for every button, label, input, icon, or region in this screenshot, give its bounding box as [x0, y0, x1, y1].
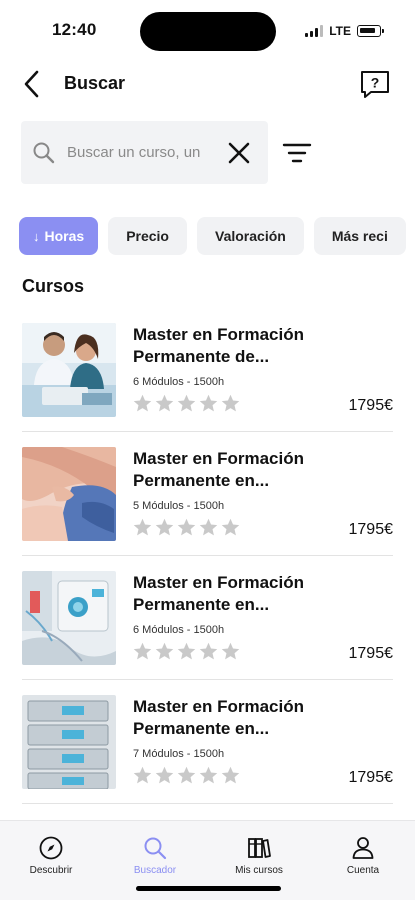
star-icon — [199, 394, 218, 412]
clear-search-button[interactable] — [225, 139, 253, 167]
star-icon — [199, 518, 218, 536]
nav-buscador[interactable]: Buscador — [115, 835, 195, 876]
arrow-down-icon: ↓ — [33, 228, 40, 244]
star-icon — [221, 394, 240, 412]
status-bar: 12:40 LTE — [0, 0, 415, 62]
course-thumbnail — [22, 571, 116, 665]
course-thumbnail — [22, 447, 116, 541]
nav-label: Buscador — [133, 865, 177, 876]
course-meta: 5 Módulos - 1500h — [133, 500, 225, 512]
star-icon — [133, 394, 152, 412]
search-input[interactable] — [67, 144, 219, 161]
nav-mis-cursos[interactable]: Mis cursos — [219, 835, 299, 876]
status-time: 12:40 — [52, 20, 97, 39]
star-icon — [221, 766, 240, 784]
course-price: 1795€ — [348, 397, 394, 414]
nav-descubrir[interactable]: Descubrir — [11, 835, 91, 876]
course-price: 1795€ — [348, 645, 394, 662]
nav-label: Mis cursos — [235, 865, 283, 876]
chip-label: Horas — [44, 228, 85, 244]
star-icon — [177, 394, 196, 412]
section-title: Cursos — [22, 276, 85, 296]
close-icon — [228, 142, 250, 163]
chip-label: Precio — [126, 228, 169, 244]
star-icon — [177, 642, 196, 660]
course-meta: 6 Módulos - 1500h — [133, 624, 225, 636]
course-card[interactable]: Master en Formación Permanente en... 6 M… — [0, 556, 415, 680]
search-icon — [144, 837, 167, 860]
course-list: Master en Formación Permanente de... 6 M… — [0, 308, 415, 804]
course-thumbnail — [22, 323, 116, 417]
rating-stars — [132, 641, 241, 662]
star-icon — [177, 518, 196, 536]
star-icon — [155, 766, 174, 784]
help-bubble-icon: ? — [361, 71, 389, 98]
filter-icon — [282, 143, 312, 163]
star-icon — [133, 518, 152, 536]
divider — [22, 803, 393, 804]
course-price: 1795€ — [348, 521, 394, 538]
user-icon — [352, 837, 374, 859]
nav-label: Cuenta — [346, 865, 380, 876]
course-thumbnail — [22, 695, 116, 789]
course-card[interactable]: Master en Formación Permanente de... 6 M… — [0, 308, 415, 432]
star-icon — [155, 642, 174, 660]
star-icon — [177, 766, 196, 784]
course-title: Master en Formación Permanente en... — [133, 697, 304, 738]
course-title: Master en Formación Permanente en... — [133, 449, 304, 490]
nav-label: Descubrir — [29, 865, 73, 876]
course-card[interactable]: Master en Formación Permanente en... 7 M… — [0, 680, 415, 804]
nav-cuenta[interactable]: Cuenta — [323, 835, 403, 876]
course-card[interactable]: Master en Formación Permanente en... 5 M… — [0, 432, 415, 556]
rating-stars — [132, 765, 241, 786]
filter-button[interactable] — [282, 140, 312, 166]
star-icon — [133, 642, 152, 660]
search-bar — [21, 121, 268, 184]
chip-label: Valoración — [215, 228, 286, 244]
course-price: 1795€ — [348, 769, 394, 786]
network-label: LTE — [329, 24, 351, 38]
battery-icon — [357, 25, 384, 37]
signal-icon — [305, 25, 324, 37]
chip-label: Más reci — [331, 228, 388, 244]
chip-valoracion[interactable]: Valoración — [197, 217, 304, 255]
svg-text:?: ? — [371, 75, 380, 91]
star-icon — [199, 766, 218, 784]
home-indicator — [136, 886, 281, 891]
star-icon — [221, 518, 240, 536]
chevron-left-icon — [24, 70, 39, 98]
rating-stars — [132, 517, 241, 538]
star-icon — [133, 766, 152, 784]
help-button[interactable]: ? — [359, 68, 391, 100]
rating-stars — [132, 393, 241, 414]
sort-chips: ↓ Horas Precio Valoración Más reci — [19, 217, 406, 255]
page-title: Buscar — [64, 73, 126, 93]
status-indicators: LTE — [305, 24, 384, 38]
chip-horas[interactable]: ↓ Horas — [19, 217, 99, 255]
back-button[interactable] — [18, 70, 46, 98]
compass-icon — [39, 836, 63, 860]
star-icon — [199, 642, 218, 660]
chip-mas-recientes[interactable]: Más reci — [313, 217, 406, 255]
star-icon — [155, 518, 174, 536]
course-meta: 7 Módulos - 1500h — [133, 748, 225, 760]
books-icon — [248, 838, 271, 858]
course-title: Master en Formación Permanente en... — [133, 573, 304, 614]
course-title: Master en Formación Permanente de... — [133, 325, 304, 366]
course-meta: 6 Módulos - 1500h — [133, 376, 225, 388]
dynamic-island — [140, 12, 276, 51]
search-icon — [33, 142, 55, 163]
header: Buscar ? — [0, 62, 415, 106]
star-icon — [221, 642, 240, 660]
chip-precio[interactable]: Precio — [108, 217, 187, 255]
star-icon — [155, 394, 174, 412]
